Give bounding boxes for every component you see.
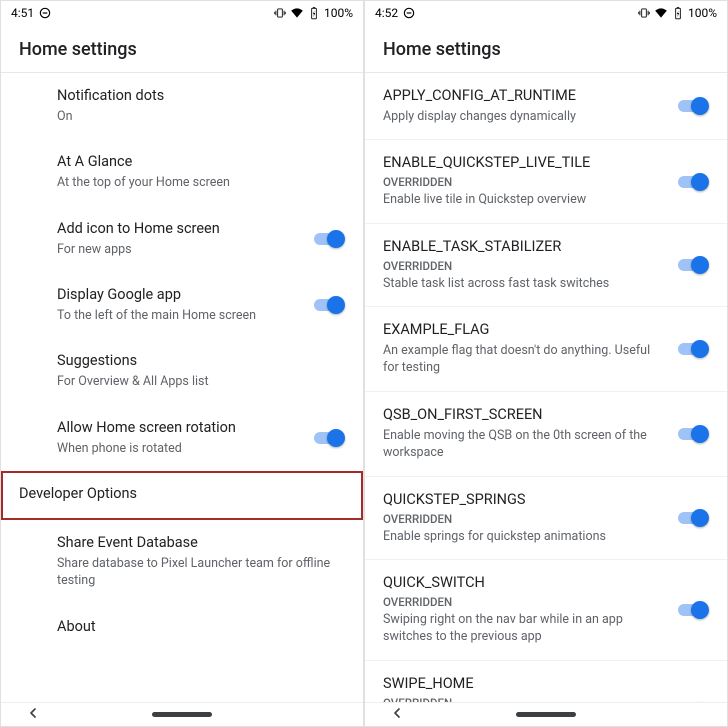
item-subtitle: When phone is rotated xyxy=(57,440,297,458)
nav-pill[interactable] xyxy=(152,712,212,717)
item-title: ENABLE_TASK_STABILIZER xyxy=(383,238,661,257)
page-title: Home settings xyxy=(1,25,363,73)
item-subtitle: On xyxy=(57,108,331,126)
item-title: QSB_ON_FIRST_SCREEN xyxy=(383,406,661,425)
developer-options-list: APPLY_CONFIG_AT_RUNTIME Apply display cha… xyxy=(365,73,727,702)
item-overridden: OVERRIDDEN xyxy=(383,175,661,189)
toggle-switch[interactable] xyxy=(675,424,709,444)
settings-item[interactable]: Developer Options xyxy=(1,471,363,520)
phone-left: 4:51 100% Home settings Notification dot… xyxy=(0,0,364,727)
item-title: SWIPE_HOME xyxy=(383,675,661,694)
page-title: Home settings xyxy=(365,25,727,73)
item-title: About xyxy=(57,618,331,637)
item-subtitle: Share database to Pixel Launcher team fo… xyxy=(57,555,331,590)
nav-bar xyxy=(365,702,727,726)
flag-item[interactable]: QUICK_SWITCH OVERRIDDEN Swiping right on t… xyxy=(365,560,727,661)
wifi-icon xyxy=(290,6,304,20)
item-subtitle: Enable springs for quickstep animations xyxy=(383,528,661,546)
toggle-switch[interactable] xyxy=(675,339,709,359)
toggle-switch[interactable] xyxy=(675,701,709,702)
settings-item[interactable]: Suggestions For Overview & All Apps list xyxy=(1,338,363,404)
status-bar: 4:52 100% xyxy=(365,1,727,25)
item-title: EXAMPLE_FLAG xyxy=(383,321,661,340)
toggle-switch[interactable] xyxy=(675,172,709,192)
item-subtitle: For Overview & All Apps list xyxy=(57,373,331,391)
settings-list: Notification dots On At A Glance At the top… xyxy=(1,73,363,702)
toggle-switch[interactable] xyxy=(675,96,709,116)
item-subtitle: Enable live tile in Quickstep overview xyxy=(383,191,661,209)
item-subtitle: Enable moving the QSB on the 0th screen … xyxy=(383,427,661,462)
item-subtitle: Apply display changes dynamically xyxy=(383,108,661,126)
status-time: 4:51 xyxy=(11,6,34,20)
settings-item[interactable]: At A Glance At the top of your Home scree… xyxy=(1,139,363,205)
flag-item[interactable]: QUICKSTEP_SPRINGS OVERRIDDEN Enable spring… xyxy=(365,477,727,560)
flag-item[interactable]: EXAMPLE_FLAG An example flag that doesn't… xyxy=(365,307,727,392)
toggle-switch[interactable] xyxy=(675,600,709,620)
status-battery-pct: 100% xyxy=(324,6,353,20)
item-subtitle: Stable task list across fast task switch… xyxy=(383,275,661,293)
battery-icon xyxy=(671,6,685,20)
item-title: Add icon to Home screen xyxy=(57,220,297,239)
item-overridden: OVERRIDDEN xyxy=(383,595,661,609)
nav-pill[interactable] xyxy=(516,712,576,717)
toggle-switch[interactable] xyxy=(311,229,345,249)
item-subtitle: At the top of your Home screen xyxy=(57,174,331,192)
item-title: QUICKSTEP_SPRINGS xyxy=(383,491,661,510)
flag-item[interactable]: ENABLE_QUICKSTEP_LIVE_TILE OVERRIDDEN Enab… xyxy=(365,140,727,223)
status-bar: 4:51 100% xyxy=(1,1,363,25)
settings-item[interactable]: Notification dots On xyxy=(1,73,363,139)
dnd-icon xyxy=(38,6,52,20)
settings-item[interactable]: Display Google app To the left of the mai… xyxy=(1,272,363,338)
item-subtitle: To the left of the main Home screen xyxy=(57,307,297,325)
item-overridden: OVERRIDDEN xyxy=(383,512,661,526)
back-icon[interactable] xyxy=(25,705,41,725)
item-title: At A Glance xyxy=(57,153,331,172)
dnd-icon xyxy=(402,6,416,20)
vibrate-icon xyxy=(273,6,287,20)
item-title: Display Google app xyxy=(57,286,297,305)
settings-item[interactable]: Add icon to Home screen For new apps xyxy=(1,206,363,272)
settings-item[interactable]: Allow Home screen rotation When phone is … xyxy=(1,405,363,471)
battery-icon xyxy=(307,6,321,20)
status-battery-pct: 100% xyxy=(688,6,717,20)
settings-item[interactable]: Share Event Database Share database to Pi… xyxy=(1,520,363,604)
item-subtitle: For new apps xyxy=(57,241,297,259)
nav-bar xyxy=(1,702,363,726)
item-title: Notification dots xyxy=(57,87,331,106)
item-title: Allow Home screen rotation xyxy=(57,419,297,438)
phone-right: 4:52 100% Home settings APPLY_CONFIG_AT_… xyxy=(364,0,728,727)
flag-item[interactable]: ENABLE_TASK_STABILIZER OVERRIDDEN Stable t… xyxy=(365,224,727,307)
item-overridden: OVERRIDDEN xyxy=(383,259,661,273)
toggle-switch[interactable] xyxy=(311,428,345,448)
item-title: QUICK_SWITCH xyxy=(383,574,661,593)
flag-item[interactable]: SWIPE_HOMEOVERRIDDENSwiping up on the na… xyxy=(365,661,727,702)
item-subtitle: Swiping right on the nav bar while in an… xyxy=(383,611,661,646)
item-title: Share Event Database xyxy=(57,534,331,553)
flag-item[interactable]: QSB_ON_FIRST_SCREEN Enable moving the QSB… xyxy=(365,392,727,477)
wifi-icon xyxy=(654,6,668,20)
item-subtitle: An example flag that doesn't do anything… xyxy=(383,342,661,377)
toggle-switch[interactable] xyxy=(675,508,709,528)
vibrate-icon xyxy=(637,6,651,20)
item-title: Suggestions xyxy=(57,352,331,371)
flag-item[interactable]: APPLY_CONFIG_AT_RUNTIME Apply display cha… xyxy=(365,73,727,140)
item-title: Developer Options xyxy=(19,485,331,504)
back-icon[interactable] xyxy=(389,705,405,725)
toggle-switch[interactable] xyxy=(311,295,345,315)
toggle-switch[interactable] xyxy=(675,255,709,275)
status-time: 4:52 xyxy=(375,6,398,20)
settings-item[interactable]: About xyxy=(1,604,363,653)
item-title: APPLY_CONFIG_AT_RUNTIME xyxy=(383,87,661,106)
item-title: ENABLE_QUICKSTEP_LIVE_TILE xyxy=(383,154,661,173)
